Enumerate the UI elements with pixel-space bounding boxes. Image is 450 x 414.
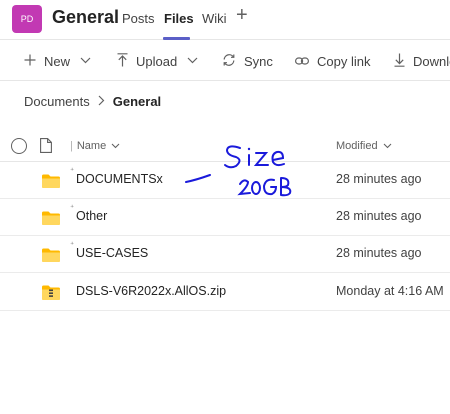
download-icon — [394, 53, 405, 70]
modified-time: Monday at 4:16 AM — [336, 284, 444, 298]
sync-status-icon: ⁺ — [70, 240, 75, 249]
sync-status-icon: ⁺ — [70, 203, 75, 212]
files-toolbar: New Upload Sync Copy link Downlo — [0, 41, 450, 81]
sync-icon — [222, 53, 236, 70]
upload-button-label: Upload — [136, 53, 178, 69]
copy-link-button[interactable]: Copy link — [295, 41, 370, 81]
upload-button[interactable]: Upload — [117, 41, 198, 81]
file-name[interactable]: DSLS-V6R2022x.AllOS.zip — [76, 284, 226, 298]
breadcrumb-general: General — [112, 94, 162, 109]
file-name[interactable]: DOCUMENTSx — [76, 172, 163, 186]
folder-icon — [42, 211, 60, 230]
name-column-header[interactable]: | Name — [70, 140, 120, 152]
chevron-down-icon — [80, 55, 91, 67]
upload-icon — [117, 52, 128, 70]
sync-button-label: Sync — [244, 53, 273, 69]
new-button[interactable]: New — [24, 41, 91, 81]
file-type-icon — [40, 138, 52, 158]
select-all-radio[interactable] — [11, 138, 27, 154]
copy-link-label: Copy link — [317, 53, 371, 69]
modified-time: 28 minutes ago — [336, 209, 422, 223]
chevron-right-icon — [98, 95, 105, 109]
modified-column-header[interactable]: Modified — [336, 140, 392, 152]
folder-icon — [42, 248, 60, 267]
breadcrumb-documents[interactable]: Documents — [24, 94, 90, 109]
table-row[interactable]: DSLS-V6R2022x.AllOS.zip Monday at 4:16 A… — [0, 274, 450, 311]
handwritten-annotation — [180, 140, 310, 215]
download-button[interactable]: Downlo — [394, 41, 450, 81]
link-icon — [295, 54, 310, 69]
sync-button[interactable]: Sync — [222, 41, 273, 81]
modified-header-label: Modified — [336, 140, 378, 152]
sync-status-icon: ⁺ — [70, 166, 75, 175]
table-row[interactable]: ⁺ USE-CASES 28 minutes ago — [0, 236, 450, 273]
column-resize-handle[interactable]: | — [70, 140, 73, 152]
file-name[interactable]: USE-CASES — [76, 246, 148, 260]
chevron-down-icon — [111, 140, 120, 152]
tab-files[interactable]: Files — [164, 11, 194, 26]
tab-wiki[interactable]: Wiki — [202, 11, 227, 26]
channel-header: PD General Posts Files Wiki + — [0, 0, 450, 40]
team-avatar[interactable]: PD — [12, 5, 42, 33]
download-button-label: Downlo — [413, 53, 450, 69]
tab-posts[interactable]: Posts — [122, 11, 155, 26]
zip-folder-icon — [42, 285, 60, 305]
new-button-label: New — [44, 53, 71, 69]
name-header-label: Name — [76, 140, 107, 152]
active-tab-indicator — [163, 37, 190, 40]
channel-title: General — [52, 7, 120, 27]
modified-time: 28 minutes ago — [336, 172, 422, 186]
plus-icon[interactable]: + — [236, 4, 248, 27]
plus-icon — [24, 54, 36, 69]
breadcrumb: Documents General — [24, 94, 161, 109]
chevron-down-icon — [187, 55, 198, 67]
file-name[interactable]: Other — [76, 209, 107, 223]
chevron-down-icon — [383, 140, 392, 152]
folder-icon — [42, 174, 60, 193]
modified-time: 28 minutes ago — [336, 246, 422, 260]
